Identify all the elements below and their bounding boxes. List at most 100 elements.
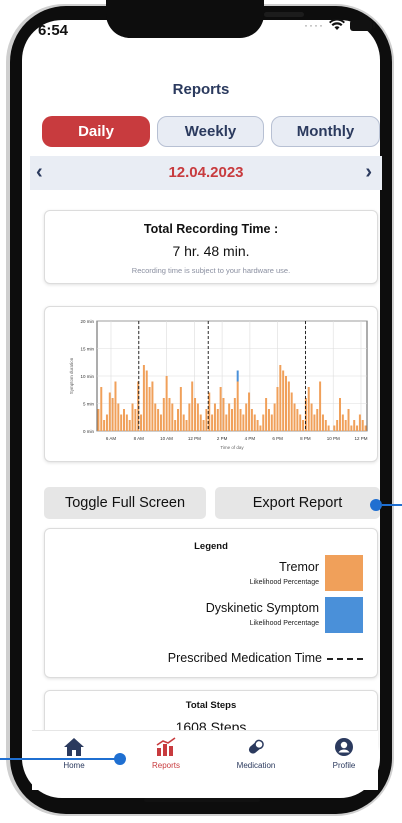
tremor-bar — [259, 425, 262, 431]
tremor-bar — [179, 387, 182, 431]
recording-note: Recording time is subject to your hardwa… — [131, 266, 291, 275]
y-tick-label: 5 min — [83, 402, 95, 407]
tab-medication-label: Medication — [236, 761, 276, 770]
dyskinetic-bar — [236, 370, 239, 382]
tremor-bar — [242, 414, 245, 431]
tab-medication[interactable]: Medication — [216, 737, 296, 770]
tremor-bar — [128, 420, 131, 431]
x-tick-label: 4 PM — [245, 436, 256, 441]
x-tick-label: 12 PM — [188, 436, 201, 441]
x-tick-label: 8 PM — [300, 436, 311, 441]
tremor-bar — [145, 370, 148, 431]
tremor-bar — [222, 398, 225, 431]
tremor-bar — [111, 398, 114, 431]
tremor-bar — [265, 398, 268, 431]
chevron-right-icon[interactable]: › — [365, 161, 372, 184]
tab-home[interactable]: Home — [34, 737, 114, 770]
tremor-bar — [344, 420, 347, 431]
tremor-bar — [219, 387, 222, 431]
toggle-fullscreen-button[interactable]: Toggle Full Screen — [44, 487, 206, 519]
tremor-bar — [148, 387, 151, 431]
x-tick-label: 6 PM — [272, 436, 283, 441]
tab-home-label: Home — [63, 761, 85, 770]
tremor-bar — [299, 414, 302, 431]
legend-dysk-sub: Likelihood Percentage — [249, 620, 319, 627]
tremor-bar — [211, 414, 214, 431]
tremor-bar — [159, 414, 162, 431]
tab-daily[interactable]: Daily — [42, 116, 150, 147]
tremor-bar — [185, 420, 188, 431]
signal-icon: ···· — [304, 18, 324, 32]
tremor-bar — [228, 403, 231, 431]
page-title: Reports — [172, 81, 230, 98]
tremor-bar — [236, 381, 239, 431]
tremor-bar — [233, 398, 236, 431]
export-report-button[interactable]: Export Report — [215, 487, 380, 519]
home-indicator — [144, 798, 260, 802]
tab-reports[interactable]: Reports — [126, 737, 206, 770]
x-tick-label: 2 PM — [217, 436, 228, 441]
tremor-bar — [245, 403, 248, 431]
x-tick-label: 12 PM — [354, 436, 367, 441]
tremor-bar — [316, 409, 319, 431]
x-tick-label: 8 AM — [134, 436, 145, 441]
tremor-bar — [108, 392, 111, 431]
battery-icon — [349, 19, 375, 31]
tab-weekly[interactable]: Weekly — [157, 116, 264, 147]
tremor-bar — [279, 365, 282, 431]
tremor-bar — [262, 414, 265, 431]
tremor-bar — [194, 398, 197, 431]
recording-time-card: Total Recording Time : 7 hr. 48 min. Rec… — [44, 210, 378, 284]
tremor-bar — [339, 398, 341, 431]
tremor-bar — [165, 376, 168, 431]
status-time: 6:54 — [38, 22, 69, 39]
profile-icon — [335, 738, 353, 756]
tremor-bar — [333, 425, 336, 431]
pill-icon — [248, 739, 264, 754]
x-tick-label: 10 AM — [160, 436, 173, 441]
tremor-bar — [356, 425, 359, 431]
tremor-bar — [341, 414, 344, 431]
tremor-bar — [270, 414, 273, 431]
tremor-bar — [151, 381, 154, 431]
tremor-bar — [302, 420, 305, 431]
tremor-bar — [199, 414, 202, 431]
tremor-bar — [205, 409, 208, 431]
tremor-bar — [307, 387, 310, 431]
tab-monthly[interactable]: Monthly — [271, 116, 380, 147]
tremor-bar — [327, 425, 330, 431]
tab-reports-label: Reports — [151, 761, 180, 770]
x-tick-label: 10 PM — [327, 436, 340, 441]
tremor-bar — [276, 387, 279, 431]
tremor-bar — [168, 398, 171, 431]
tremor-bar — [131, 403, 134, 431]
tremor-bar — [350, 425, 353, 431]
tab-profile[interactable]: Profile — [304, 737, 384, 770]
tremor-bar — [347, 409, 350, 431]
tremor-bar — [103, 420, 106, 431]
tremor-bar — [321, 414, 324, 431]
tremor-bar — [296, 409, 299, 431]
tremor-bar — [216, 409, 219, 431]
current-date: 12.04.2023 — [168, 164, 244, 181]
tremor-bar — [364, 425, 367, 431]
tab-profile-label: Profile — [332, 761, 356, 770]
tremor-bar — [239, 409, 242, 431]
legend-dysk-swatch — [325, 597, 363, 633]
tremor-bar — [273, 403, 276, 431]
tremor-bar — [287, 381, 290, 431]
callout-dot-reports — [114, 753, 126, 765]
tremor-bar — [336, 420, 339, 431]
reports-chart-icon — [156, 737, 176, 756]
x-axis-label: Time of day — [220, 445, 244, 450]
tremor-bar — [231, 409, 233, 431]
y-axis-label: Symptom duration — [69, 357, 74, 394]
tremor-bar — [97, 409, 100, 431]
tremor-bar — [313, 414, 316, 431]
tremor-bar — [134, 409, 137, 431]
bottom-tab-bar: Home Reports Medication Profile — [32, 730, 378, 790]
tremor-bar — [358, 414, 361, 431]
tremor-bar — [177, 409, 179, 431]
status-icons: ···· — [304, 18, 375, 32]
symptom-chart-card[interactable]: 0 min 5 min 10 min 15 min 20 min 6 AM 8 AM 10 A… — [44, 306, 378, 462]
